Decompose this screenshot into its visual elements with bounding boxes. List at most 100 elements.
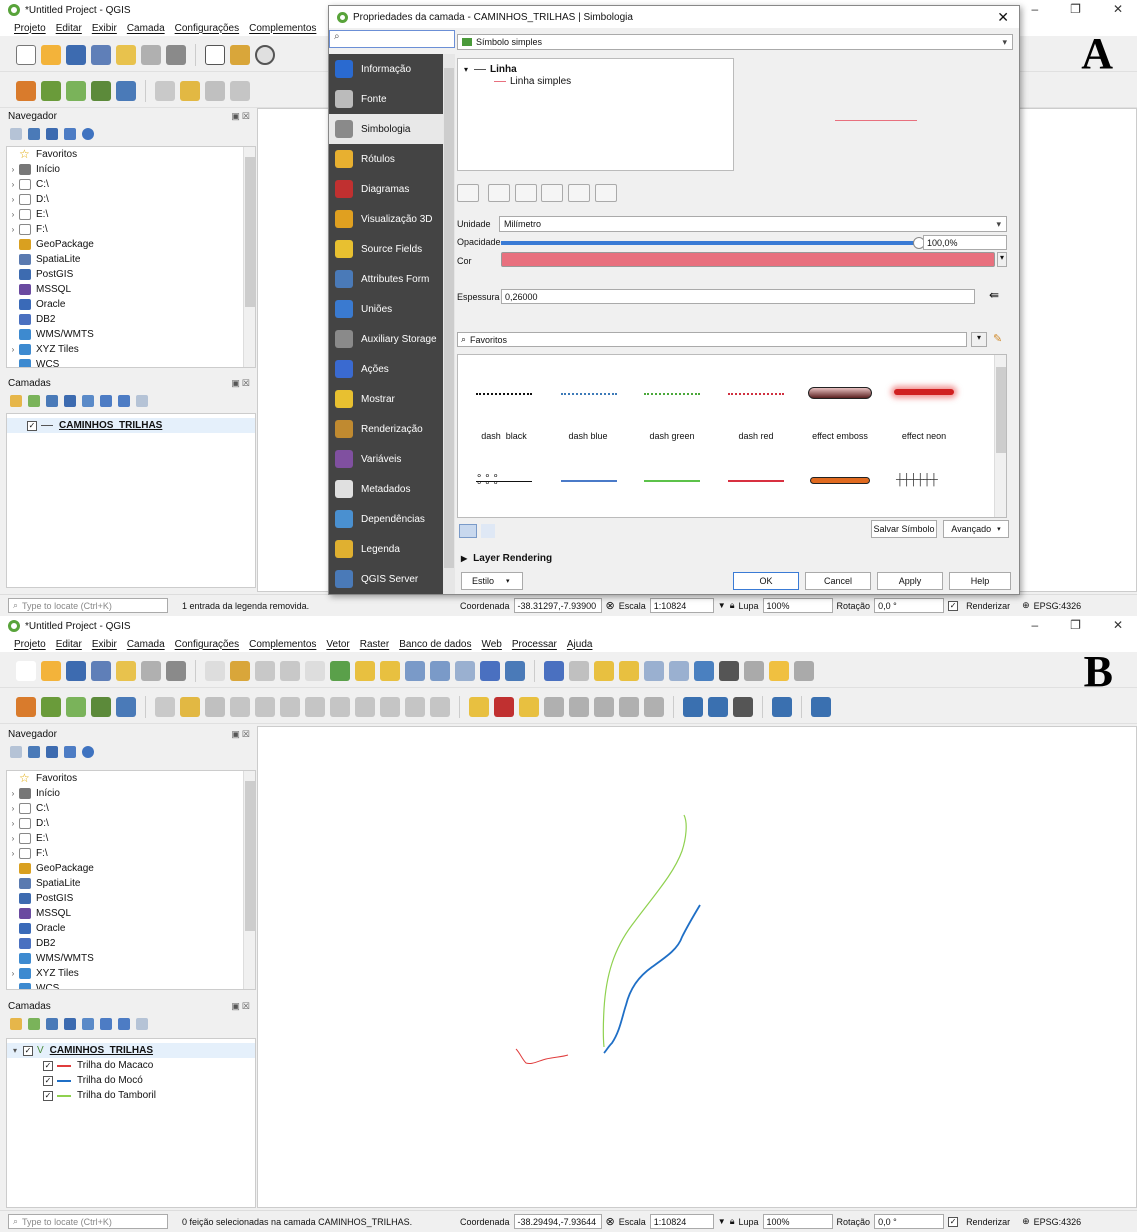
pan-to-selection-icon[interactable] [230,660,250,681]
remove-layer-icon[interactable] [136,1018,148,1030]
collapse-icon[interactable] [118,1018,130,1030]
browser-item-db2[interactable]: DB2 [7,312,255,327]
refresh-icon[interactable] [28,128,40,140]
trail-macaco-line[interactable] [515,1048,569,1064]
effect-neon-swatch[interactable] [894,389,954,395]
field-calculator-icon[interactable] [669,660,689,681]
actions-icon[interactable] [569,660,589,681]
group-dropdown-icon[interactable]: ▾ [971,332,987,347]
browser-item-xyz-tiles[interactable]: › XYZ Tiles [7,342,255,357]
browser-item-f[interactable]: › F:\ [7,222,255,237]
nav-rotulos[interactable]: Rótulos [329,144,443,174]
copy-icon[interactable] [355,696,375,717]
browser-item-inicio[interactable]: › Início [7,162,255,177]
locator-input[interactable]: ⌕ Type to locate (Ctrl+K) [8,598,168,613]
save-symbol-button[interactable]: Salvar Símbolo [871,520,937,538]
menu-raster[interactable]: Raster [360,639,389,650]
legend-category-trilha-do-moco[interactable]: ✓ Trilha do Mocó [7,1073,255,1088]
red-line-swatch[interactable] [728,480,784,482]
toggle-edit-icon[interactable] [180,80,200,101]
unit-combo[interactable]: Milímetro [499,216,1007,232]
layer-checkbox[interactable]: ✓ [27,420,37,431]
add-selected-icon[interactable] [10,128,22,140]
menu-editar[interactable]: Editar [56,23,82,34]
layer-group-item[interactable]: ▾ ✓ V CAMINHOS_TRILHAS [7,1043,255,1058]
close-icon[interactable]: ✕ [997,9,1009,26]
close-icon[interactable]: ✕ [1113,618,1123,632]
cancel-button[interactable]: Cancel [805,572,871,590]
menu-exibir[interactable]: Exibir [92,639,117,650]
browser-item-mssql[interactable]: MSSQL [7,282,255,297]
style-manager-icon[interactable]: ✎ [993,332,1002,345]
category-checkbox[interactable]: ✓ [43,1075,53,1086]
visibility-icon[interactable] [46,1018,58,1030]
expand-arrow-icon[interactable]: › [7,804,19,813]
remove-symbol-layer-button[interactable] [487,184,510,202]
new-project-icon[interactable] [16,44,36,65]
browser-item-postgis[interactable]: PostGIS [7,891,255,906]
dash-green-swatch[interactable] [644,393,700,395]
railway-swatch[interactable]: ∘∘∘ ∘∘∘ [476,472,532,489]
expand-all-icon[interactable] [100,1018,112,1030]
deselect-icon[interactable] [619,660,639,681]
label-tool-b-icon[interactable] [569,696,589,717]
nav-diagramas[interactable]: Diagramas [329,174,443,204]
menu-editar[interactable]: Editar [56,639,82,650]
browser-item-mssql[interactable]: MSSQL [7,906,255,921]
browser-item-spatialite[interactable]: SpatiaLite [7,876,255,891]
nav-acoes[interactable]: Ações [329,354,443,384]
browser-item-wms-wmts[interactable]: WMS/WMTS [7,327,255,342]
browser-item-favoritos[interactable]: ☆ Favoritos [7,147,255,162]
add-selected-icon[interactable] [10,746,22,758]
nav-variaveis[interactable]: Variáveis [329,444,443,474]
data-source-manager-icon[interactable] [16,80,36,101]
hatched-line-swatch[interactable]: ┼┼┼┼┼┼ [896,474,952,486]
toggle-edit-icon[interactable] [180,696,200,717]
zoom-native-icon[interactable] [305,660,325,681]
menu-complementos[interactable]: Complementos [249,23,316,34]
refresh-icon[interactable] [505,660,525,681]
expand-all-icon[interactable] [100,395,112,407]
open-project-icon[interactable] [41,660,61,681]
layout-manager-icon[interactable] [141,660,161,681]
lock-icon[interactable]: 🔒︎ [730,1216,735,1227]
list-view-icon[interactable] [481,524,495,538]
tips-icon[interactable] [769,660,789,681]
nav-source-fields[interactable]: Source Fields [329,234,443,264]
browser-item-spatialite[interactable]: SpatiaLite [7,252,255,267]
properties-icon[interactable] [82,128,94,140]
symbol-layer[interactable]: Linha simples [458,74,733,89]
render-checkbox[interactable]: ✓ [948,600,959,611]
identify-icon[interactable] [544,660,564,681]
layer-rendering-section[interactable]: ▶ Layer Rendering [461,553,552,564]
expand-arrow-icon[interactable]: › [7,195,19,204]
nav-visualizacao-3d[interactable]: Visualização 3D [329,204,443,234]
coordinate-field[interactable]: -38.29494,-7.93644 [513,1214,602,1229]
browser-item-postgis[interactable]: PostGIS [7,267,255,282]
save-as-icon[interactable] [91,660,111,681]
nav-fonte[interactable]: Fonte [329,84,443,114]
remove-layer-icon[interactable] [136,395,148,407]
lock-color-button[interactable] [514,184,537,202]
browser-scrollbar[interactable] [243,771,255,989]
style-button[interactable]: Estilo ▾ [461,572,523,590]
rotation-field[interactable]: 0,0 ° [874,1214,945,1229]
nav-qgis-server[interactable]: QGIS Server [329,564,443,594]
add-vector-icon[interactable] [66,80,86,101]
mouse-icon[interactable]: ⊗ [606,599,615,612]
browser-item-oracle[interactable]: Oracle [7,297,255,312]
bookmark-icon[interactable] [455,660,475,681]
orange-line-swatch[interactable] [810,477,870,484]
filter-expression-icon[interactable] [82,395,94,407]
filter-icon[interactable] [46,746,58,758]
opacity-field[interactable]: 100,0% [923,235,1007,250]
digitize-icon[interactable] [230,80,250,101]
dialog-search-input[interactable]: ⌕ [329,30,455,48]
menu-configuracoes[interactable]: Configurações [175,639,239,650]
renderer-combo[interactable]: Símbolo simples [457,34,1013,50]
menu-projeto[interactable]: Projeto [14,639,46,650]
ok-button[interactable]: OK [733,572,799,590]
add-delimited-icon[interactable] [91,696,111,717]
browser-item-favoritos[interactable]: ☆ Favoritos [7,771,255,786]
icon-view-icon[interactable] [459,524,477,538]
